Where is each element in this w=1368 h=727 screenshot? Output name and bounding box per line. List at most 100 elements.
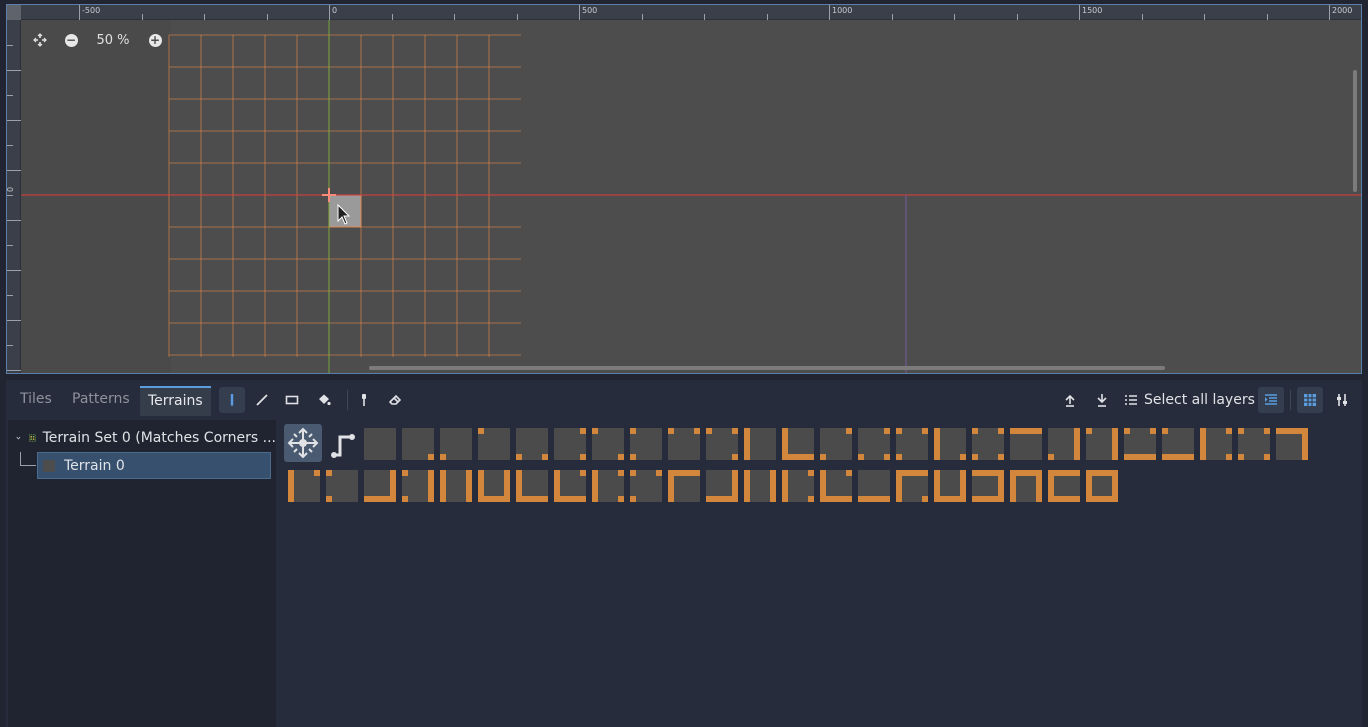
zoom-in-icon: +	[148, 32, 162, 47]
terrain-tile[interactable]	[1010, 470, 1042, 502]
vertical-scrollbar[interactable]	[1353, 70, 1357, 192]
highlight-layer-icon	[1265, 394, 1277, 405]
ruler-minor-tick	[1204, 14, 1205, 20]
terrain-tile[interactable]	[1200, 428, 1232, 460]
terrain-tile[interactable]	[706, 428, 738, 460]
terrain-tile[interactable]	[1276, 428, 1308, 460]
terrain-tile[interactable]	[326, 470, 358, 502]
terrain-tile[interactable]	[516, 470, 548, 502]
rect-tool-button[interactable]	[279, 387, 305, 413]
select-all-layers-button[interactable]: Select all layers	[1124, 387, 1255, 413]
terrain-tile[interactable]	[972, 470, 1004, 502]
terrain-tile[interactable]	[820, 428, 852, 460]
ruler-label: -500	[82, 6, 101, 15]
terrain-color-swatch	[43, 459, 55, 472]
terrain-tile[interactable]	[1086, 428, 1118, 460]
terrain-tile[interactable]	[402, 470, 434, 502]
terrain-tile[interactable]	[668, 428, 700, 460]
terrain-tile[interactable]	[478, 470, 510, 502]
terrain-tile[interactable]	[858, 470, 890, 502]
ruler-vertical-tick	[7, 170, 21, 171]
ruler-vertical-zero-label: 0	[6, 186, 16, 193]
terrain-tile[interactable]	[440, 470, 472, 502]
terrain-tile[interactable]	[1010, 428, 1042, 460]
ruler-major-tick	[1329, 5, 1330, 20]
terrain-tile[interactable]	[288, 470, 320, 502]
tileset-panel: Tiles Patterns Terrains Select all layer…	[6, 380, 1362, 727]
terrain-tile[interactable]	[592, 428, 624, 460]
terrain-tile[interactable]	[402, 428, 434, 460]
ruler-minor-tick	[516, 14, 518, 20]
terrain-tile[interactable]	[668, 470, 700, 502]
terrain-tile[interactable]	[782, 428, 814, 460]
terrain-tile[interactable]	[820, 470, 852, 502]
ruler-minor-tick	[954, 14, 955, 20]
ruler-minor-tick	[454, 14, 455, 20]
terrain-tile[interactable]	[554, 428, 586, 460]
toolbar-separator	[347, 390, 348, 410]
expand-arrow-icon[interactable]	[16, 433, 21, 443]
ruler-vertical-tick	[7, 120, 21, 121]
horizontal-scrollbar[interactable]	[369, 366, 1165, 370]
panel-toolbar: Tiles Patterns Terrains Select all layer…	[6, 380, 1362, 418]
terrain-tile[interactable]	[706, 470, 738, 502]
terrain-tile[interactable]	[1048, 470, 1080, 502]
terrain-tile[interactable]	[972, 428, 1004, 460]
path-mode-icon	[331, 434, 355, 458]
eraser-tool-button[interactable]	[383, 387, 409, 413]
terrain-tile[interactable]	[744, 470, 776, 502]
bucket-tool-button[interactable]	[311, 387, 337, 413]
toggle-grid-button[interactable]	[1297, 387, 1323, 413]
terrain-tile[interactable]	[554, 470, 586, 502]
move-layer-up-button[interactable]	[1057, 387, 1083, 413]
line-tool-button[interactable]	[249, 387, 275, 413]
ruler-major-tick	[1079, 5, 1080, 20]
terrain-tile[interactable]	[858, 428, 890, 460]
settings-button[interactable]	[1329, 387, 1355, 413]
terrain-tile[interactable]	[1086, 470, 1118, 502]
move-layer-down-button[interactable]	[1089, 387, 1115, 413]
ruler-vertical-tick	[7, 195, 13, 196]
recenter-button[interactable]	[31, 31, 49, 49]
terrain-tile[interactable]	[1162, 428, 1194, 460]
ruler-minor-tick	[266, 14, 268, 20]
ruler-minor-tick	[766, 14, 768, 20]
ruler-vertical-tick	[7, 370, 21, 371]
tile-grid	[21, 20, 1361, 373]
ruler-minor-tick	[641, 14, 643, 20]
tab-patterns[interactable]: Patterns	[64, 386, 138, 416]
line-icon	[256, 394, 268, 406]
ruler-major-tick	[579, 5, 580, 20]
terrain-tile[interactable]	[782, 470, 814, 502]
terrain-tile[interactable]	[1048, 428, 1080, 460]
zoom-level-label[interactable]: 50 %	[80, 33, 146, 48]
terrain-set-row[interactable]: Terrain Set 0 (Matches Corners ...	[8, 426, 276, 450]
terrain-tile[interactable]	[440, 428, 472, 460]
paint-tool-button[interactable]	[219, 387, 245, 413]
terrain-tile[interactable]	[364, 470, 396, 502]
terrain-tile[interactable]	[896, 428, 928, 460]
picker-tool-button[interactable]	[351, 387, 377, 413]
recenter-icon	[33, 33, 47, 47]
terrain-tile[interactable]	[630, 470, 662, 502]
terrain-tile[interactable]	[896, 470, 928, 502]
terrain-tile[interactable]	[934, 470, 966, 502]
terrain-tile[interactable]	[630, 428, 662, 460]
terrain-tile[interactable]	[744, 428, 776, 460]
terrain-row-selected[interactable]: Terrain 0	[37, 452, 271, 479]
ruler-vertical-tick	[7, 70, 21, 71]
tab-tiles[interactable]: Tiles	[12, 386, 60, 416]
zoom-out-button[interactable]: −	[62, 31, 80, 49]
terrain-tile[interactable]	[1238, 428, 1270, 460]
tab-terrains[interactable]: Terrains	[140, 386, 211, 416]
tilemap-viewport[interactable]: -500 0 500 1000 1500 2000 0 − 50 % +	[6, 4, 1362, 374]
terrain-tile[interactable]	[592, 470, 624, 502]
highlight-layer-button[interactable]	[1258, 387, 1284, 413]
zoom-in-button[interactable]: +	[146, 31, 164, 49]
terrain-tile[interactable]	[364, 428, 396, 460]
terrain-tile[interactable]	[516, 428, 548, 460]
terrain-tile[interactable]	[934, 428, 966, 460]
terrain-tile[interactable]	[478, 428, 510, 460]
terrain-tile[interactable]	[1124, 428, 1156, 460]
zoom-controls: − 50 % +	[31, 31, 164, 49]
